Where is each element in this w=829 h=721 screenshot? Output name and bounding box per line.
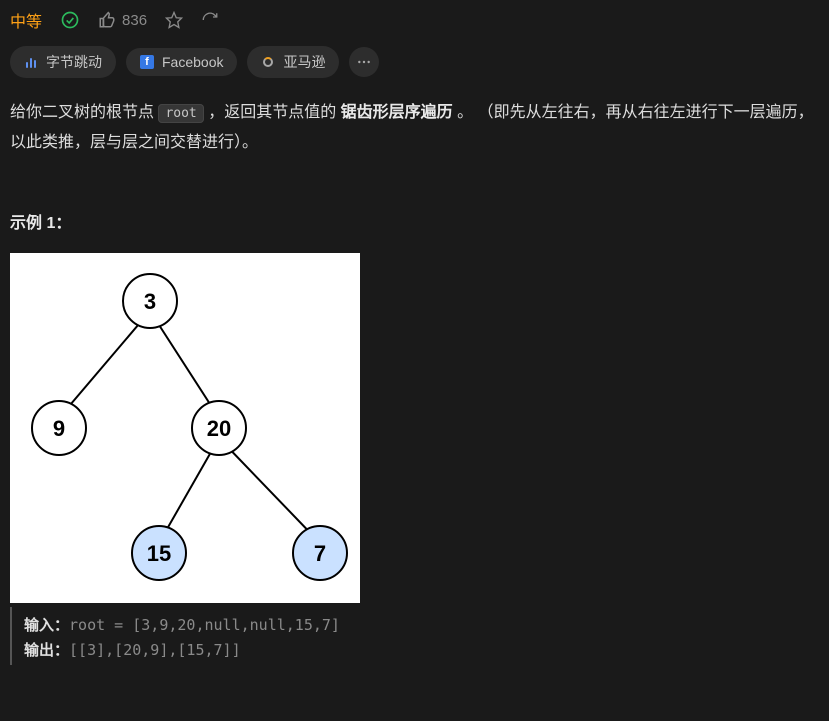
example-io: 输入：root = [3,9,20,null,null,15,7] 输出：[[3… bbox=[10, 607, 819, 665]
tag-amazon[interactable]: 亚马逊 bbox=[247, 46, 339, 78]
tag-facebook[interactable]: f Facebook bbox=[126, 48, 237, 76]
tree-node-3: 3 bbox=[123, 274, 177, 328]
star-icon bbox=[165, 11, 183, 29]
bytedance-icon bbox=[24, 55, 38, 69]
amazon-icon bbox=[261, 55, 275, 69]
input-label: 输入： bbox=[24, 617, 69, 634]
company-tags: 字节跳动 f Facebook 亚马逊 bbox=[10, 46, 819, 98]
problem-meta: 中等 836 bbox=[10, 8, 819, 46]
thumbs-up-icon bbox=[98, 11, 116, 29]
favorite-button[interactable] bbox=[165, 11, 183, 29]
example-output-line: 输出：[[3],[20,9],[15,7]] bbox=[24, 638, 819, 663]
likes-count: 836 bbox=[122, 12, 147, 29]
output-value: [[3],[20,9],[15,7]] bbox=[69, 641, 241, 659]
like-button[interactable]: 836 bbox=[98, 11, 147, 29]
solved-check-icon[interactable] bbox=[60, 10, 80, 30]
output-label: 输出： bbox=[24, 642, 69, 659]
tag-label: 字节跳动 bbox=[46, 52, 102, 72]
example-input-line: 输入：root = [3,9,20,null,null,15,7] bbox=[24, 613, 819, 638]
problem-description: 给你二叉树的根节点 root ，返回其节点值的 锯齿形层序遍历 。 （即先从左往… bbox=[10, 98, 819, 159]
tag-bytedance[interactable]: 字节跳动 bbox=[10, 46, 116, 78]
more-dots-icon bbox=[356, 54, 372, 70]
svg-text:9: 9 bbox=[53, 416, 65, 441]
desc-code: root bbox=[158, 104, 203, 123]
tree-node-15: 15 bbox=[132, 526, 186, 580]
more-tags-button[interactable] bbox=[349, 47, 379, 77]
desc-text: ，返回其节点值的 bbox=[204, 104, 341, 121]
tree-node-9: 9 bbox=[32, 401, 86, 455]
difficulty-badge: 中等 bbox=[10, 8, 42, 32]
svg-text:7: 7 bbox=[314, 541, 326, 566]
facebook-icon: f bbox=[140, 55, 154, 69]
input-value: root = [3,9,20,null,null,15,7] bbox=[69, 616, 340, 634]
tag-label: Facebook bbox=[162, 54, 223, 70]
share-button[interactable] bbox=[201, 11, 219, 29]
example-tree-image: 3 9 20 15 7 bbox=[10, 253, 360, 603]
tree-node-7: 7 bbox=[293, 526, 347, 580]
redo-arrow-icon bbox=[201, 11, 219, 29]
svg-text:20: 20 bbox=[207, 416, 231, 441]
tree-node-20: 20 bbox=[192, 401, 246, 455]
tag-label: 亚马逊 bbox=[283, 52, 325, 72]
svg-text:3: 3 bbox=[144, 289, 156, 314]
example-heading: 示例 1： bbox=[10, 209, 819, 233]
svg-text:15: 15 bbox=[147, 541, 171, 566]
desc-bold: 锯齿形层序遍历 bbox=[341, 104, 453, 121]
desc-text: 给你二叉树的根节点 bbox=[10, 104, 158, 121]
